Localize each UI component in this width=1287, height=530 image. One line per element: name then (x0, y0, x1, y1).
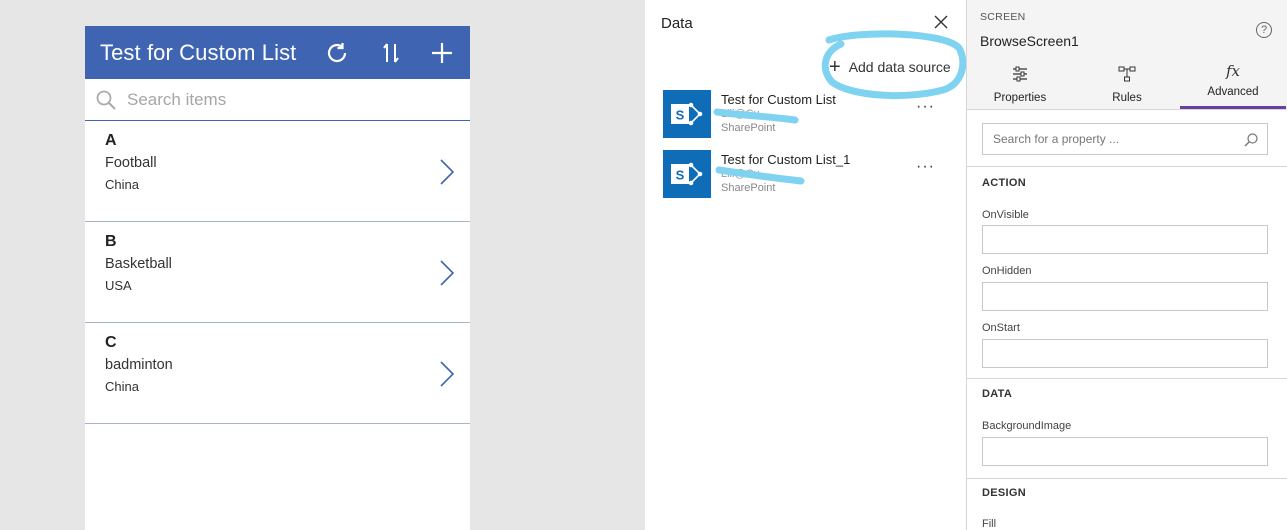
sharepoint-icon: S (663, 150, 711, 198)
data-panel: Data + Add data source S Test for Custom… (645, 0, 966, 530)
onstart-label: OnStart (982, 322, 1020, 334)
search-input[interactable] (127, 89, 447, 110)
rules-icon (1118, 66, 1136, 82)
screen-name: BrowseScreen1 (980, 33, 1079, 49)
add-data-source-label: Add data source (848, 59, 951, 75)
tab-properties[interactable]: Properties (967, 62, 1073, 109)
tab-label: Rules (1112, 92, 1142, 104)
sharepoint-icon: S (663, 90, 711, 138)
fx-icon: fx (1225, 62, 1240, 80)
app-preview: Test for Custom List A Football China B … (85, 26, 470, 530)
chevron-right-icon[interactable] (438, 259, 456, 287)
list-item[interactable]: C badminton China (85, 323, 470, 424)
search-box[interactable] (85, 79, 470, 121)
backgroundimage-label: BackgroundImage (982, 420, 1072, 432)
item-title: A (105, 132, 117, 149)
data-section: DATA BackgroundImage (967, 378, 1287, 478)
plus-icon: + (829, 56, 841, 78)
backgroundimage-field[interactable] (982, 437, 1268, 466)
data-source-account: Lili@Cu (721, 108, 760, 120)
data-source-name: Test for Custom List_1 (721, 152, 851, 167)
svg-text:S: S (676, 168, 685, 183)
property-search-input[interactable] (993, 132, 1233, 146)
design-section: DESIGN Fill (967, 478, 1287, 530)
section-title: DESIGN (982, 487, 1026, 499)
list-item[interactable]: B Basketball USA (85, 222, 470, 323)
fill-label: Fill (982, 518, 997, 530)
properties-header: SCREEN BrowseScreen1 ? Properties Rules … (967, 0, 1287, 110)
screen-label: SCREEN (980, 11, 1026, 23)
action-section: ACTION OnVisible OnHidden OnStart (967, 166, 1287, 378)
more-options-icon[interactable]: ··· (916, 98, 935, 116)
data-source-item[interactable]: S Test for Custom List Lili@Cu SharePoin… (663, 90, 953, 138)
chevron-right-icon[interactable] (438, 360, 456, 388)
panel-title: Data (661, 15, 693, 32)
item-subtitle: Basketball (105, 256, 172, 272)
property-search[interactable] (982, 123, 1268, 155)
app-header: Test for Custom List (85, 26, 470, 79)
data-source-account: Lili@Cu (721, 168, 760, 180)
more-options-icon[interactable]: ··· (916, 158, 935, 176)
onvisible-field[interactable] (982, 225, 1268, 254)
tab-advanced[interactable]: fx Advanced (1180, 62, 1286, 109)
item-subtitle: Football (105, 155, 157, 171)
sort-icon[interactable] (377, 39, 405, 67)
tab-label: Advanced (1207, 86, 1259, 98)
data-source-type: SharePoint (721, 182, 776, 194)
close-icon[interactable] (933, 14, 949, 30)
properties-panel: SCREEN BrowseScreen1 ? Properties Rules … (966, 0, 1287, 530)
list-item[interactable]: A Football China (85, 121, 470, 222)
section-title: ACTION (982, 177, 1026, 189)
data-source-name: Test for Custom List (721, 92, 836, 107)
item-title: C (105, 334, 117, 351)
onvisible-label: OnVisible (982, 209, 1029, 221)
item-body: USA (105, 278, 132, 293)
onstart-field[interactable] (982, 339, 1268, 368)
search-icon (1244, 133, 1258, 147)
onhidden-label: OnHidden (982, 265, 1032, 277)
search-icon (96, 90, 116, 110)
section-title: DATA (982, 388, 1013, 400)
item-body: China (105, 177, 139, 192)
item-subtitle: badminton (105, 357, 173, 373)
tab-rules[interactable]: Rules (1074, 62, 1180, 109)
item-title: B (105, 233, 117, 250)
add-icon[interactable] (428, 39, 456, 67)
refresh-icon[interactable] (323, 39, 351, 67)
app-title: Test for Custom List (100, 39, 297, 65)
add-data-source-button[interactable]: + Add data source (829, 57, 951, 77)
help-icon[interactable]: ? (1256, 22, 1272, 38)
onhidden-field[interactable] (982, 282, 1268, 311)
sliders-icon (1013, 66, 1027, 82)
data-source-item[interactable]: S Test for Custom List_1 Lili@Cu SharePo… (663, 150, 953, 198)
svg-text:S: S (676, 108, 685, 123)
tab-label: Properties (993, 92, 1047, 104)
item-body: China (105, 379, 139, 394)
data-source-type: SharePoint (721, 122, 776, 134)
chevron-right-icon[interactable] (438, 158, 456, 186)
